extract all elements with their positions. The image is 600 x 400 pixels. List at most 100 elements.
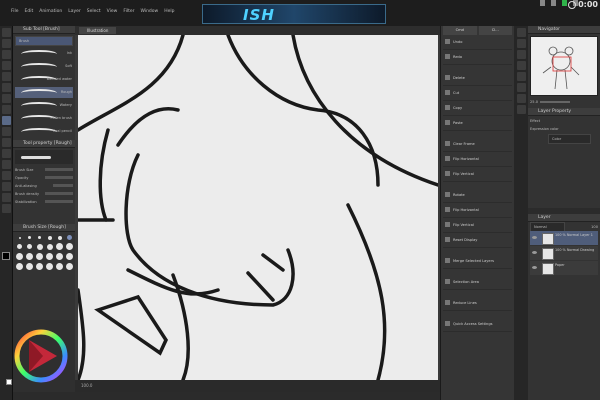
history-icon[interactable] — [516, 72, 526, 81]
size-preset[interactable] — [17, 244, 22, 249]
size-preset[interactable] — [56, 243, 63, 250]
cmd-selection-area[interactable]: Selection Area — [443, 275, 512, 290]
navigator-preview[interactable] — [530, 36, 598, 96]
cmd-undo[interactable]: Undo — [443, 35, 512, 50]
size-preset[interactable] — [56, 253, 63, 260]
size-preset[interactable] — [27, 244, 32, 249]
visibility-icon[interactable] — [532, 251, 537, 254]
prop-stabilization[interactable]: Stabilization — [15, 198, 73, 205]
size-preset[interactable] — [67, 235, 72, 240]
airbrush-tool-icon[interactable] — [1, 127, 11, 136]
fill-tool-icon[interactable] — [1, 160, 11, 169]
layer-row[interactable]: 100 % Normal Drawing — [530, 246, 598, 260]
gradient-tool-icon[interactable] — [1, 171, 11, 180]
menu-edit[interactable]: Edit — [22, 9, 37, 14]
animation-icon[interactable] — [516, 94, 526, 103]
brush-item-soft[interactable]: Soft — [15, 61, 73, 72]
size-preset[interactable] — [28, 236, 31, 239]
cmd-paste[interactable]: Paste — [443, 116, 512, 131]
size-preset[interactable] — [66, 243, 73, 250]
layer-opacity[interactable]: 100 — [591, 225, 598, 229]
blend-tool-icon[interactable] — [1, 149, 11, 158]
size-preset[interactable] — [36, 243, 43, 250]
size-preset[interactable] — [26, 253, 33, 260]
expression-color-select[interactable]: Color — [548, 134, 591, 144]
opacity-slider[interactable] — [45, 176, 73, 179]
pen-tool-icon[interactable] — [1, 94, 11, 103]
command-tab[interactable]: Cl... — [478, 26, 512, 35]
figure-tool-icon[interactable] — [1, 182, 11, 191]
cmd-quick-access[interactable]: Quick Access Settings — [443, 317, 512, 332]
brush-tool-icon[interactable] — [1, 116, 11, 125]
navigator-icon[interactable] — [516, 28, 526, 37]
cmd-merge-layers[interactable]: Merge Selected Layers — [443, 254, 512, 269]
cmd-redo[interactable]: Redo — [443, 50, 512, 65]
cmd-clear-frame[interactable]: Clear Frame — [443, 137, 512, 152]
eyedropper-tool-icon[interactable] — [1, 83, 11, 92]
text-tool-icon[interactable] — [1, 193, 11, 202]
zoom-slider[interactable] — [540, 100, 571, 103]
blend-mode-select[interactable]: Normal — [530, 221, 565, 232]
cmd-delete[interactable]: Delete — [443, 71, 512, 86]
size-preset[interactable] — [57, 235, 62, 240]
cmd-reduce-lines[interactable]: Reduce Lines — [443, 296, 512, 311]
size-preset[interactable] — [36, 253, 43, 260]
canvas-tab[interactable]: Illustration — [79, 27, 117, 34]
layer-row[interactable]: 100 % Normal Layer 1 — [530, 231, 598, 245]
size-preset[interactable] — [66, 253, 73, 260]
brush-item-ink[interactable]: Ink — [15, 48, 73, 59]
color-icon[interactable] — [516, 50, 526, 59]
size-preset[interactable] — [56, 263, 63, 270]
zoom-tool-icon[interactable] — [1, 39, 11, 48]
size-preset[interactable] — [36, 263, 43, 270]
sub-color-swatch[interactable] — [6, 379, 12, 385]
move-tool-icon[interactable] — [1, 28, 11, 37]
selection-tool-icon[interactable] — [1, 61, 11, 70]
size-preset[interactable] — [38, 236, 41, 239]
brush-item-blended[interactable]: Blended water — [15, 74, 73, 85]
menu-file[interactable]: File — [8, 9, 22, 14]
cmd-copy[interactable]: Copy — [443, 101, 512, 116]
cmd-flip-vertical-2[interactable]: Flip Vertical — [443, 218, 512, 233]
material-icon[interactable] — [516, 61, 526, 70]
size-preset[interactable] — [66, 263, 73, 270]
menu-filter[interactable]: Filter — [120, 9, 137, 14]
pencil-tool-icon[interactable] — [1, 105, 11, 114]
menu-animation[interactable]: Animation — [36, 9, 65, 14]
size-preset[interactable] — [18, 236, 21, 239]
menu-view[interactable]: View — [104, 9, 121, 14]
cmd-flip-horizontal-2[interactable]: Flip Horizontal — [443, 203, 512, 218]
size-preset[interactable] — [46, 243, 53, 250]
cmd-flip-horizontal[interactable]: Flip Horizontal — [443, 152, 512, 167]
command-tab[interactable]: Cmd — [443, 26, 477, 35]
visibility-icon[interactable] — [532, 266, 537, 269]
size-preset[interactable] — [26, 263, 33, 270]
prop-brush-size[interactable]: Brush Size — [15, 166, 73, 173]
menu-window[interactable]: Window — [137, 9, 161, 14]
help-icon[interactable] — [540, 0, 545, 6]
brush-size-slider[interactable] — [45, 168, 73, 171]
cmd-flip-vertical[interactable]: Flip Vertical — [443, 167, 512, 182]
brush-item-pencil[interactable]: Real pencil — [15, 126, 73, 137]
drawing-canvas[interactable] — [76, 33, 440, 382]
size-preset[interactable] — [47, 235, 52, 240]
layer-property-icon[interactable] — [516, 39, 526, 48]
balloon-tool-icon[interactable] — [1, 204, 11, 213]
size-preset[interactable] — [46, 263, 53, 270]
brush-item-pollen[interactable]: Pollen brush — [15, 113, 73, 124]
timeline-icon[interactable] — [516, 105, 526, 114]
menu-select[interactable]: Select — [84, 9, 104, 14]
cmd-cut[interactable]: Cut — [443, 86, 512, 101]
operation-tool-icon[interactable] — [1, 50, 11, 59]
user-icon[interactable] — [551, 0, 556, 6]
cmd-reset-display[interactable]: Reset Display — [443, 233, 512, 248]
cmd-rotate[interactable]: Rotate — [443, 188, 512, 203]
stabilization-slider[interactable] — [45, 200, 73, 203]
size-preset[interactable] — [46, 253, 53, 260]
lasso-tool-icon[interactable] — [1, 72, 11, 81]
layer-search-icon[interactable] — [516, 83, 526, 92]
eraser-tool-icon[interactable] — [1, 138, 11, 147]
density-slider[interactable] — [45, 192, 73, 195]
brush-item-rough[interactable]: Rough — [15, 87, 73, 98]
layer-row[interactable]: Paper — [530, 261, 598, 275]
